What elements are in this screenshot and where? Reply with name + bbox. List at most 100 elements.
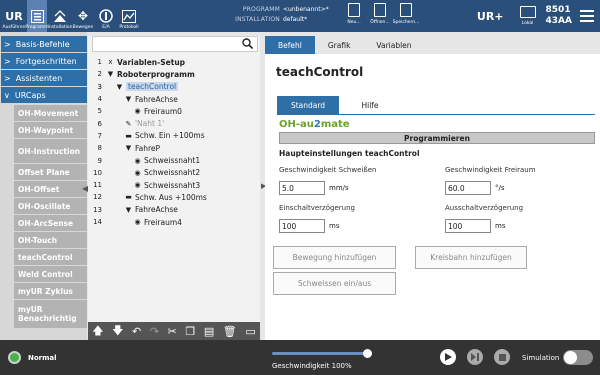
urcap-oh-instruction[interactable]: OH-Instruction <box>14 139 87 163</box>
tree-node-label: Schweissnaht1 <box>144 156 201 166</box>
urcap-myur-benachrichtigung[interactable]: myUR Benachrichtig <box>14 300 87 328</box>
tree-row[interactable]: 13 ▼ FahreAchse <box>88 204 260 216</box>
tree-row[interactable]: 7 ▬ Schw. Ein +100ms <box>88 130 260 142</box>
nav-category-wizards[interactable]: > Assistenten <box>1 70 87 86</box>
cut-icon[interactable]: ✂ <box>168 325 177 338</box>
urcap-oh-touch[interactable]: OH-Touch <box>14 232 87 248</box>
installation-tab-button[interactable]: Installation <box>48 0 72 32</box>
off-delay-label: Ausschaltverzögerung <box>445 204 524 212</box>
tree-node-label: Roboterprogramm <box>117 69 195 79</box>
tree-row[interactable]: 8 ▼ FahreP <box>88 142 260 154</box>
move-tab-label: Bewegen <box>72 25 94 30</box>
add-movement-button[interactable]: Bewegung hinzufügen <box>273 246 396 269</box>
subtab-hilfe[interactable]: Hilfe <box>339 96 401 114</box>
chevron-down-icon: ∨ <box>4 90 10 100</box>
tree-row[interactable]: 3 ▼ teachControl <box>88 81 260 93</box>
tree-row[interactable]: 12 ▬ Schw. Aus +100ms <box>88 191 260 203</box>
tree-row[interactable]: 4 ▼ FahreAchse <box>88 93 260 105</box>
tree-node-icon: ▬ <box>125 193 132 202</box>
nav-category-urcaps[interactable]: ∨ URCaps <box>1 87 87 103</box>
urcap-teachcontrol[interactable]: teachControl <box>14 249 87 265</box>
log-tab-button[interactable]: Protokoll <box>119 0 139 32</box>
speed-slider[interactable] <box>272 349 372 358</box>
robot-status-icon[interactable] <box>8 351 21 364</box>
tree-row[interactable]: 11 ◉ Schweissnaht3 <box>88 179 260 191</box>
new-button[interactable]: Neu... <box>342 3 366 25</box>
play-button[interactable] <box>440 349 456 365</box>
run-tab-label: Ausführen <box>2 25 26 30</box>
urcap-oh-offset[interactable]: OH-Offset <box>14 181 87 197</box>
program-tab-button[interactable]: Programm <box>25 0 49 32</box>
urcap-weld-control[interactable]: Weld Control <box>14 266 87 282</box>
page-title: teachControl <box>276 65 364 79</box>
move-tab-button[interactable]: ✥ Bewegen <box>72 0 94 32</box>
tree-search-input[interactable] <box>92 36 258 52</box>
tab-variablen[interactable]: Variablen <box>363 36 424 54</box>
tree-node-label: Schw. Ein +100ms <box>135 131 205 141</box>
tree-row[interactable]: 2 ▼ Roboterprogramm <box>88 68 260 80</box>
urcap-oh-movement[interactable]: OH-Movement <box>14 105 87 121</box>
io-tab-button[interactable]: E/A <box>96 0 116 32</box>
tree-node: ◉ Freiraum4 <box>106 217 182 227</box>
lokal-label: Lokal <box>521 21 534 26</box>
urcap-oh-waypoint[interactable]: OH-Waypoint <box>14 122 87 138</box>
delete-icon[interactable]: 🗑 <box>223 325 237 338</box>
bottom-bar: Normal Geschwindigkeit 100% Simulation <box>0 340 600 375</box>
copy-icon[interactable]: ❐ <box>185 325 195 338</box>
tree-node: ◉ Schweissnaht3 <box>106 181 200 190</box>
weld-on-off-button[interactable]: Schweissen ein/aus <box>273 272 396 295</box>
tree-node-label: teachControl <box>126 82 179 92</box>
urcap-oh-arcsense[interactable]: OH-ArcSense <box>14 215 87 231</box>
save-button[interactable]: Speichern... <box>393 3 419 25</box>
nav-category-advanced[interactable]: > Fortgeschritten <box>1 53 87 69</box>
installation-icon <box>53 9 67 23</box>
tree-row[interactable]: 6 ✎ 'Naht 1' <box>88 117 260 129</box>
on-delay-unit: ms <box>329 222 340 230</box>
programmieren-button[interactable]: Programmieren <box>279 132 595 144</box>
tree-node-label: FahreP <box>135 143 161 153</box>
stop-button[interactable] <box>494 349 510 365</box>
speed-slider-handle[interactable] <box>363 349 372 358</box>
step-button[interactable] <box>467 349 483 365</box>
simulation-toggle[interactable] <box>563 350 593 365</box>
tab-grafik[interactable]: Grafik <box>315 36 364 54</box>
tab-befehl[interactable]: Befehl <box>265 36 315 54</box>
weld-speed-field: Geschwindigkeit Schweißen 5.0 mm/s <box>279 166 376 195</box>
weld-speed-input[interactable]: 5.0 <box>279 181 325 195</box>
tree-row[interactable]: 9 ◉ Schweissnaht1 <box>88 154 260 166</box>
add-arc-button[interactable]: Kreisbahn hinzufügen <box>415 246 527 269</box>
local-control-icon <box>519 6 536 18</box>
run-tab-button[interactable]: UR Ausführen <box>2 0 26 32</box>
undo-icon[interactable]: ↶ <box>132 325 141 338</box>
weld-speed-label: Geschwindigkeit Schweißen <box>279 166 377 174</box>
paste-icon[interactable]: ▤ <box>204 325 214 338</box>
urcap-myur-zyklus[interactable]: myUR Zyklus <box>14 283 87 299</box>
logo-part-two: 2 <box>313 118 321 130</box>
menu-icon[interactable] <box>580 7 594 25</box>
move-down-icon[interactable]: 🡇 <box>112 322 123 341</box>
tree-row[interactable]: 14 ◉ Freiraum4 <box>88 216 260 228</box>
installation-name: default* <box>283 16 308 23</box>
tree-row-number: 4 <box>97 95 102 104</box>
tree-row[interactable]: 5 ◉ Freiraum0 <box>88 105 260 117</box>
lokal-button[interactable]: Lokal <box>519 6 536 26</box>
off-delay-input[interactable]: 100 <box>445 219 491 233</box>
move-up-icon[interactable]: 🡅 <box>92 322 103 341</box>
redo-icon[interactable]: ↷ <box>150 325 159 338</box>
free-speed-input[interactable]: 60.0 <box>445 181 491 195</box>
tree-row[interactable]: 10 ◉ Schweissnaht2 <box>88 167 260 179</box>
on-delay-input[interactable]: 100 <box>279 219 325 233</box>
urcap-offset-plane[interactable]: Offset Plane <box>14 164 87 180</box>
free-speed-unit: °/s <box>495 184 505 192</box>
urcap-oh-oscillate[interactable]: OH-Oscillate <box>14 198 87 214</box>
tree-node-label: Freiraum4 <box>144 217 182 227</box>
tree-row-number: 1 <box>97 58 102 67</box>
nav-category-basis[interactable]: > Basis-Befehle <box>1 36 87 52</box>
tree-node-label: Variablen-Setup <box>117 57 186 67</box>
suppress-icon[interactable]: ▭ <box>245 325 255 338</box>
sub-tabs: Standard Hilfe <box>277 96 594 114</box>
open-button[interactable]: Öffnen... <box>368 3 392 25</box>
tree-row[interactable]: 1 x Variablen-Setup <box>88 56 260 68</box>
urplus-button[interactable]: UR+ <box>477 10 504 23</box>
subtab-standard[interactable]: Standard <box>277 96 339 114</box>
